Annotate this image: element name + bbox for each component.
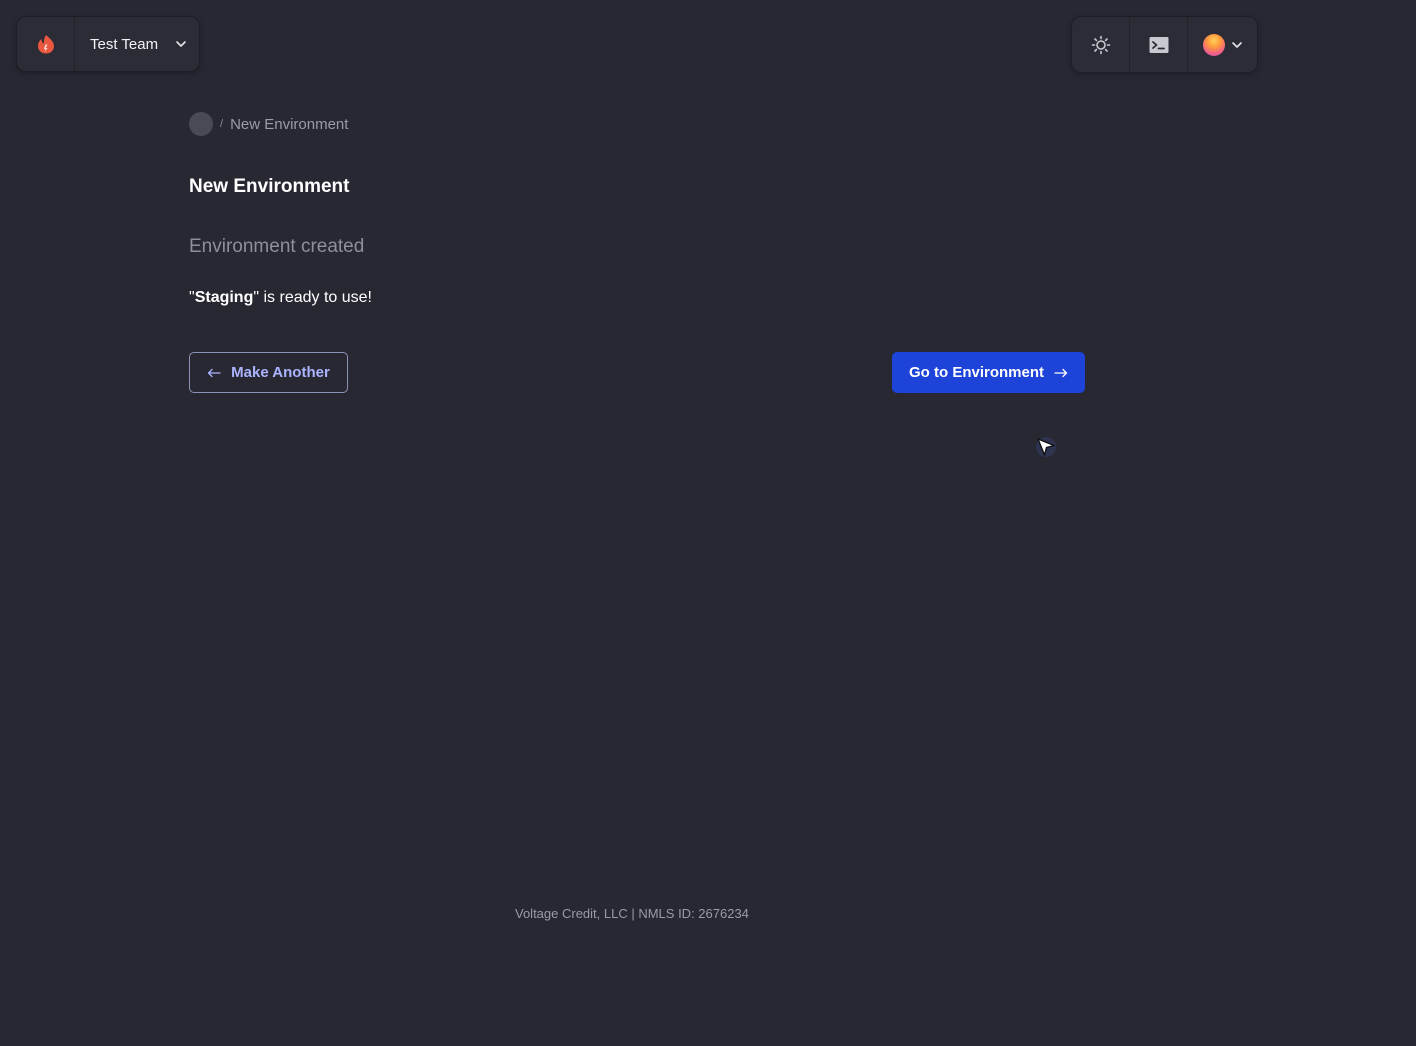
status-heading: Environment created <box>189 236 365 257</box>
page-title: New Environment <box>189 176 350 197</box>
breadcrumb-current: New Environment <box>230 115 349 133</box>
sun-icon <box>1091 35 1110 54</box>
terminal-icon <box>1149 36 1168 53</box>
logo-button[interactable] <box>17 17 75 71</box>
breadcrumb: / New Environment <box>189 112 348 136</box>
terminal-button[interactable] <box>1130 17 1188 72</box>
team-selector[interactable]: Test Team <box>75 17 199 71</box>
make-another-label: Make Another <box>231 364 330 381</box>
mouse-cursor-icon <box>1036 437 1056 457</box>
environment-name: Staging <box>194 289 254 306</box>
breadcrumb-home-avatar[interactable] <box>189 112 213 136</box>
footer-legal-text: Voltage Credit, LLC | NMLS ID: 2676234 <box>515 906 749 921</box>
ready-suffix: " is ready to use! <box>253 289 372 306</box>
avatar <box>1202 33 1225 56</box>
arrow-right-icon <box>1054 368 1068 377</box>
arrow-left-icon <box>208 368 221 377</box>
go-to-environment-button[interactable]: Go to Environment <box>892 352 1085 393</box>
theme-toggle-button[interactable] <box>1072 17 1130 72</box>
team-switcher: Test Team <box>16 16 200 72</box>
breadcrumb-separator: / <box>220 118 224 130</box>
team-name: Test Team <box>90 35 159 53</box>
make-another-button[interactable]: Make Another <box>189 352 348 393</box>
chevron-down-icon <box>176 41 186 47</box>
ready-message: "Staging" is ready to use! <box>189 289 372 307</box>
flame-logo-icon <box>37 35 54 54</box>
chevron-down-icon <box>1231 41 1242 48</box>
top-toolbar <box>1071 16 1258 73</box>
user-menu-button[interactable] <box>1188 17 1257 72</box>
go-to-environment-label: Go to Environment <box>909 364 1044 381</box>
